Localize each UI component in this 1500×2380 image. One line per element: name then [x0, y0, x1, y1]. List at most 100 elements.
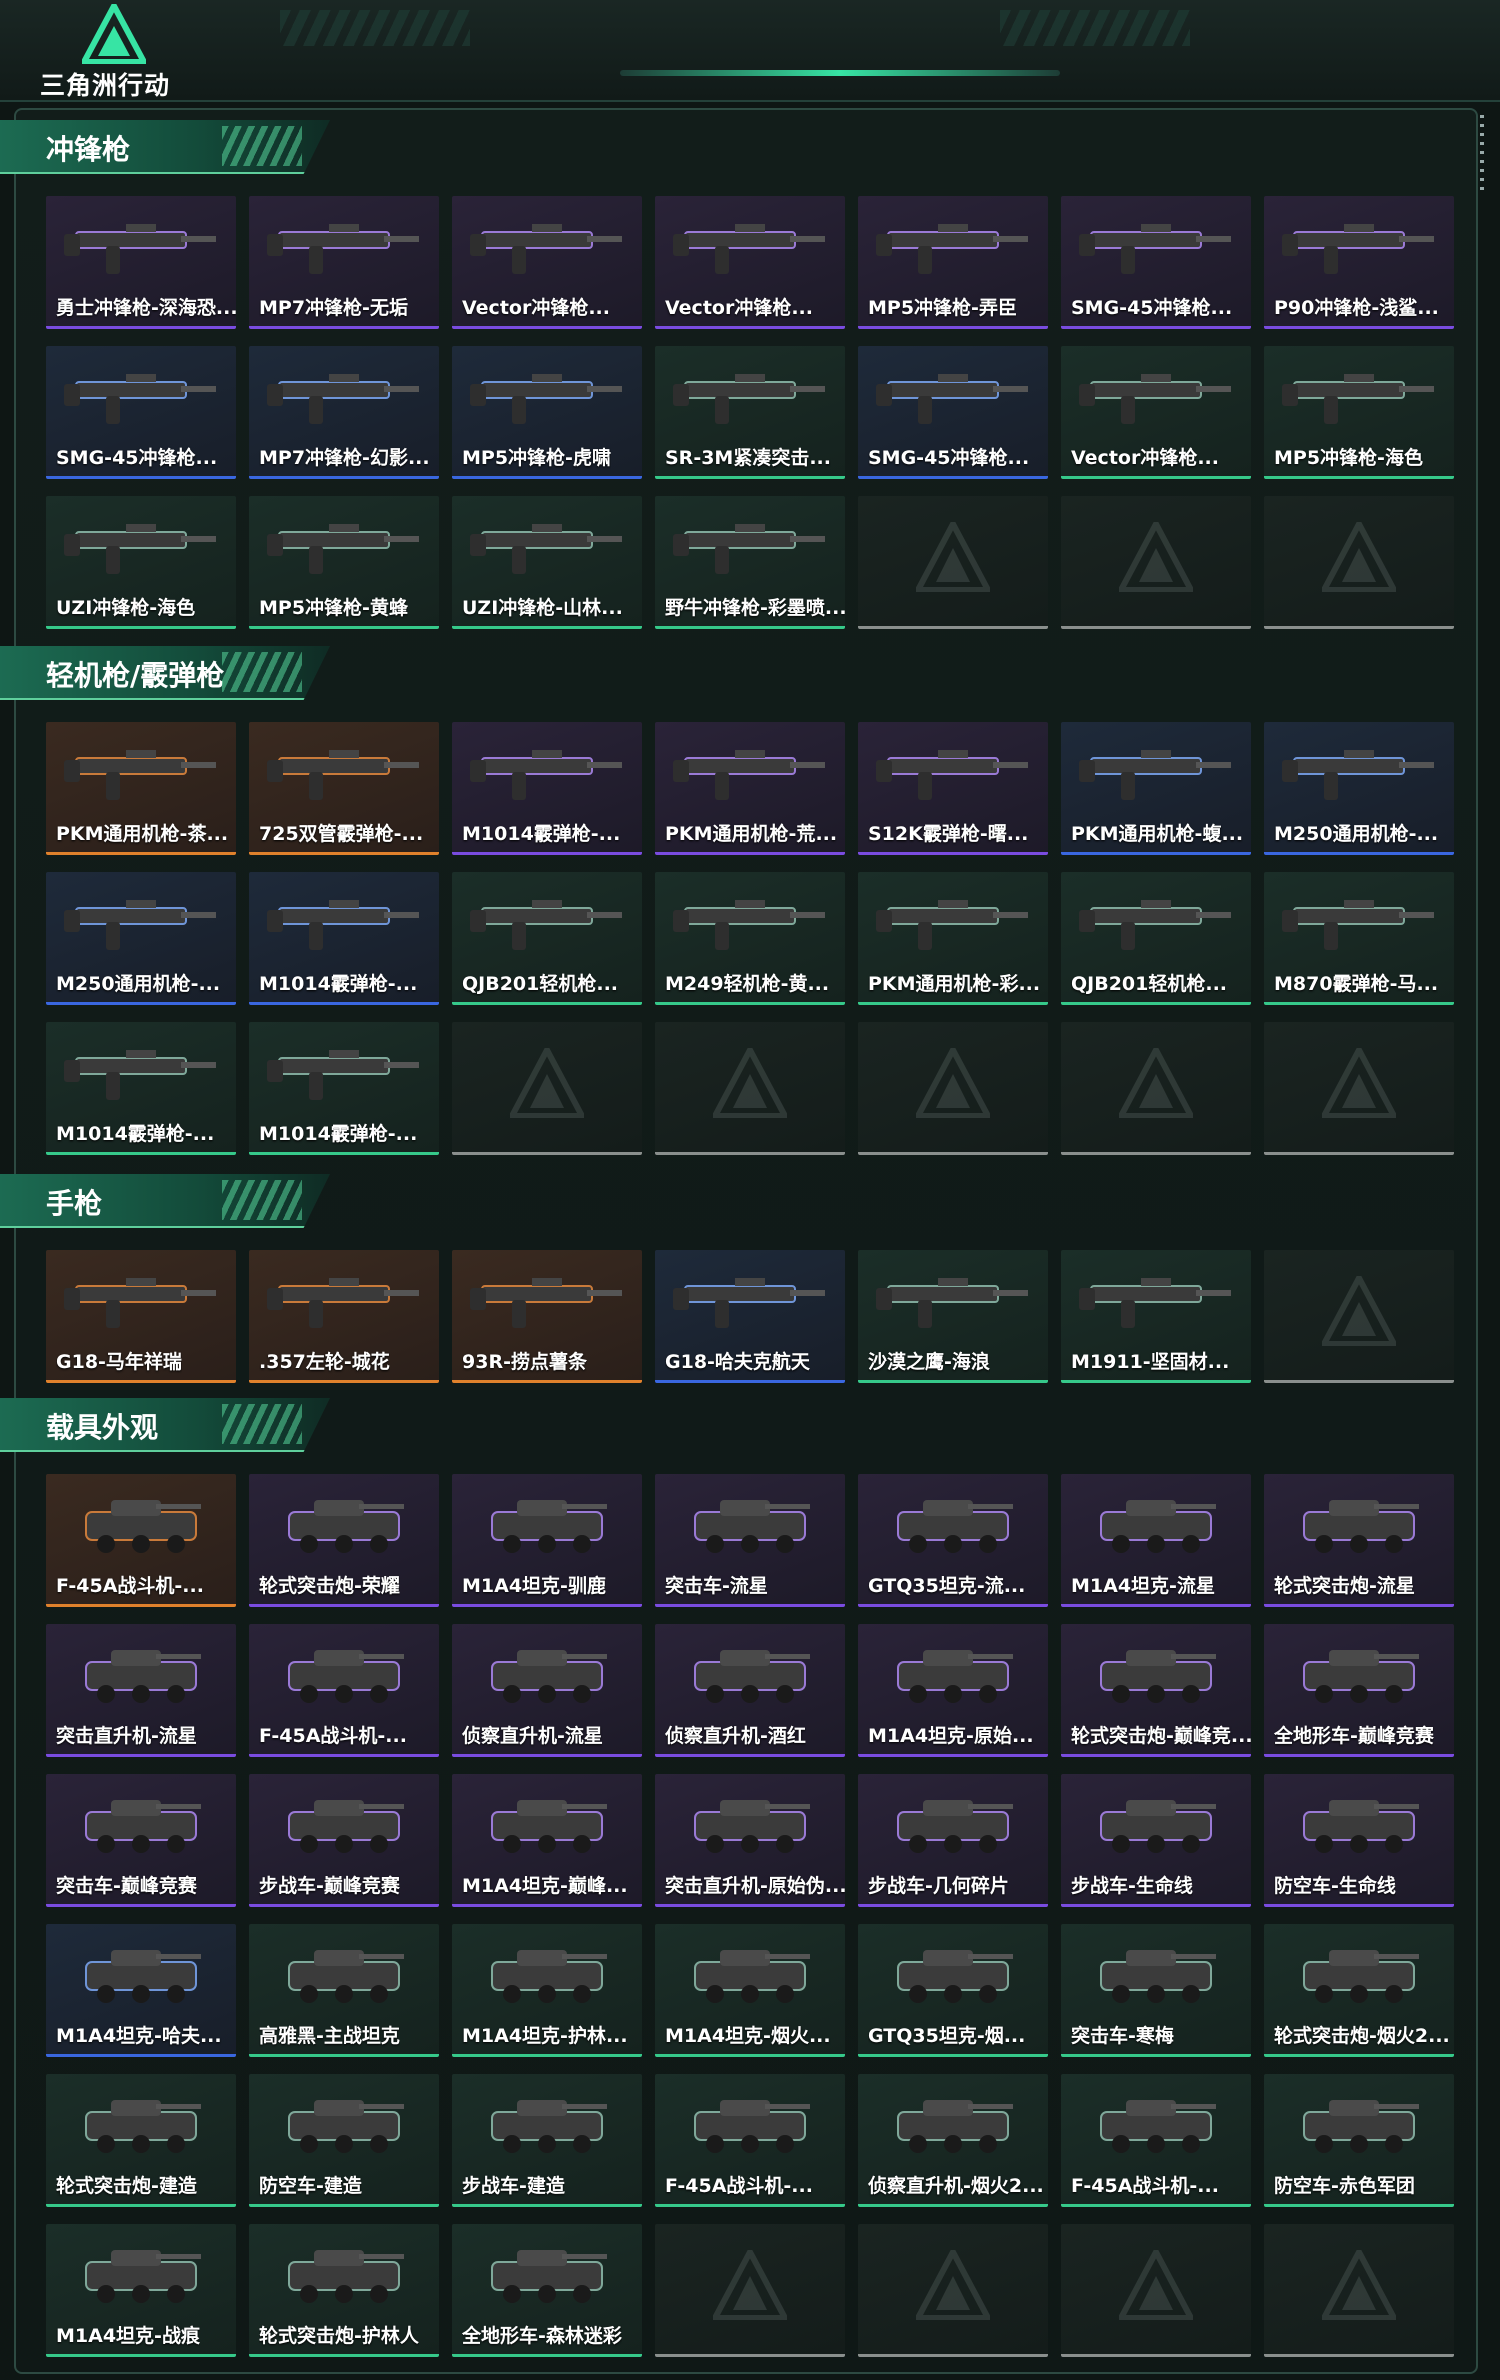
item-tile[interactable]: 步战车-生命线 [1061, 1774, 1251, 1907]
item-tile[interactable]: QJB201轻机枪... [452, 872, 642, 1005]
item-tile[interactable]: G18-马年祥瑞 [46, 1250, 236, 1383]
item-tile[interactable]: GTQ35坦克-烟... [858, 1924, 1048, 2057]
item-tile[interactable]: M1014霰弹枪-... [249, 1022, 439, 1155]
item-tile[interactable]: GTQ35坦克-流... [858, 1474, 1048, 1607]
weapon-icon [470, 374, 622, 424]
item-tile[interactable]: UZI冲锋枪-山林... [452, 496, 642, 629]
item-tile[interactable]: F-45A战斗机-... [655, 2074, 845, 2207]
item-tile[interactable]: M1014霰弹枪-... [452, 722, 642, 855]
item-tile[interactable]: M1014霰弹枪-... [46, 1022, 236, 1155]
item-tile[interactable]: 725双管霰弹枪-... [249, 722, 439, 855]
section-header: 载具外观 [0, 1398, 330, 1452]
item-tile[interactable]: UZI冲锋枪-海色 [46, 496, 236, 629]
empty-slot [1264, 1250, 1454, 1383]
item-tile[interactable]: 勇士冲锋枪-深海恐... [46, 196, 236, 329]
item-tile[interactable]: F-45A战斗机-... [46, 1474, 236, 1607]
empty-slot [1264, 496, 1454, 629]
item-tile[interactable]: M1A4坦克-哈夫... [46, 1924, 236, 2057]
item-tile[interactable]: M250通用机枪-... [46, 872, 236, 1005]
item-tile[interactable]: 轮式突击炮-护林人 [249, 2224, 439, 2357]
item-tile[interactable]: M1A4坦克-原始... [858, 1624, 1048, 1757]
item-tile[interactable]: 突击直升机-原始伪... [655, 1774, 845, 1907]
item-tile[interactable]: 突击车-寒梅 [1061, 1924, 1251, 2057]
item-tile[interactable]: PKM通用机枪-茶... [46, 722, 236, 855]
item-tile[interactable]: 步战车-建造 [452, 2074, 642, 2207]
scrollbar-indicator[interactable] [1480, 115, 1484, 195]
item-tile[interactable]: 侦察直升机-烟火2... [858, 2074, 1048, 2207]
item-tile[interactable]: .357左轮-城花 [249, 1250, 439, 1383]
item-tile[interactable]: MP5冲锋枪-弄臣 [858, 196, 1048, 329]
item-tile[interactable]: MP7冲锋枪-幻影... [249, 346, 439, 479]
item-tile[interactable]: 野牛冲锋枪-彩墨喷... [655, 496, 845, 629]
item-tile[interactable]: MP5冲锋枪-黄蜂 [249, 496, 439, 629]
vehicle-icon [85, 1800, 201, 1853]
item-tile[interactable]: SR-3M紧凑突击... [655, 346, 845, 479]
item-tile[interactable]: 全地形车-巅峰竞赛 [1264, 1624, 1454, 1757]
vehicle-icon [1100, 1500, 1216, 1553]
item-tile[interactable]: MP5冲锋枪-海色 [1264, 346, 1454, 479]
item-tile[interactable]: F-45A战斗机-... [249, 1624, 439, 1757]
delta-watermark-icon [1322, 1276, 1396, 1346]
item-tile[interactable]: 轮式突击炮-巅峰竞... [1061, 1624, 1251, 1757]
item-name: Vector冲锋枪... [462, 297, 610, 319]
item-tile[interactable]: 轮式突击炮-流星 [1264, 1474, 1454, 1607]
weapon-icon [1079, 374, 1231, 424]
weapon-icon [1079, 1278, 1231, 1328]
delta-watermark-icon [1119, 522, 1193, 592]
item-tile[interactable]: Vector冲锋枪... [1061, 346, 1251, 479]
item-tile[interactable]: 93R-捞点薯条 [452, 1250, 642, 1383]
item-tile[interactable]: 步战车-巅峰竞赛 [249, 1774, 439, 1907]
item-tile[interactable]: 突击车-流星 [655, 1474, 845, 1607]
item-tile[interactable]: P90冲锋枪-浅鲨... [1264, 196, 1454, 329]
item-name: S12K霰弹枪-曙... [868, 823, 1029, 845]
item-tile[interactable]: Vector冲锋枪... [452, 196, 642, 329]
item-tile[interactable]: M1A4坦克-烟火... [655, 1924, 845, 2057]
item-tile[interactable]: 防空车-建造 [249, 2074, 439, 2207]
item-tile[interactable]: SMG-45冲锋枪... [1061, 196, 1251, 329]
item-tile[interactable]: M1A4坦克-护林... [452, 1924, 642, 2057]
item-tile[interactable]: 步战车-几何碎片 [858, 1774, 1048, 1907]
vehicle-icon [288, 1950, 404, 2003]
item-tile[interactable]: 轮式突击炮-建造 [46, 2074, 236, 2207]
item-name: M1911-坚固材... [1071, 1351, 1230, 1373]
item-tile[interactable]: 突击车-巅峰竞赛 [46, 1774, 236, 1907]
item-tile[interactable]: QJB201轻机枪... [1061, 872, 1251, 1005]
item-tile[interactable]: MP5冲锋枪-虎啸 [452, 346, 642, 479]
item-tile[interactable]: M1A4坦克-驯鹿 [452, 1474, 642, 1607]
item-tile[interactable]: F-45A战斗机-... [1061, 2074, 1251, 2207]
item-name: 步战车-建造 [462, 2175, 565, 2197]
item-tile[interactable]: 侦察直升机-流星 [452, 1624, 642, 1757]
item-tile[interactable]: SMG-45冲锋枪... [858, 346, 1048, 479]
weapon-icon [470, 750, 622, 800]
item-tile[interactable]: S12K霰弹枪-曙... [858, 722, 1048, 855]
item-tile[interactable]: SMG-45冲锋枪... [46, 346, 236, 479]
item-tile[interactable]: M1014霰弹枪-... [249, 872, 439, 1005]
weapon-icon [1079, 900, 1231, 950]
item-tile[interactable]: 轮式突击炮-烟火2... [1264, 1924, 1454, 2057]
top-bar: 三角洲行动 [0, 0, 1500, 102]
item-name: 侦察直升机-酒红 [665, 1725, 806, 1747]
item-tile[interactable]: 突击直升机-流星 [46, 1624, 236, 1757]
item-tile[interactable]: PKM通用机枪-蝮... [1061, 722, 1251, 855]
item-tile[interactable]: 轮式突击炮-荣耀 [249, 1474, 439, 1607]
weapon-icon [64, 900, 216, 950]
item-tile[interactable]: M1911-坚固材... [1061, 1250, 1251, 1383]
item-tile[interactable]: PKM通用机枪-荒... [655, 722, 845, 855]
item-tile[interactable]: M249轻机枪-黄... [655, 872, 845, 1005]
vehicle-icon [1100, 1650, 1216, 1703]
item-tile[interactable]: PKM通用机枪-彩... [858, 872, 1048, 1005]
item-tile[interactable]: 高雅黑-主战坦克 [249, 1924, 439, 2057]
item-tile[interactable]: M1A4坦克-巅峰... [452, 1774, 642, 1907]
item-tile[interactable]: M870霰弹枪-马... [1264, 872, 1454, 1005]
item-tile[interactable]: 防空车-生命线 [1264, 1774, 1454, 1907]
item-tile[interactable]: G18-哈夫克航天 [655, 1250, 845, 1383]
item-tile[interactable]: M250通用机枪-... [1264, 722, 1454, 855]
item-tile[interactable]: Vector冲锋枪... [655, 196, 845, 329]
item-tile[interactable]: 沙漠之鹰-海浪 [858, 1250, 1048, 1383]
item-tile[interactable]: 全地形车-森林迷彩 [452, 2224, 642, 2357]
item-tile[interactable]: 防空车-赤色军团 [1264, 2074, 1454, 2207]
item-tile[interactable]: 侦察直升机-酒红 [655, 1624, 845, 1757]
item-tile[interactable]: MP7冲锋枪-无垢 [249, 196, 439, 329]
item-tile[interactable]: M1A4坦克-战痕 [46, 2224, 236, 2357]
item-tile[interactable]: M1A4坦克-流星 [1061, 1474, 1251, 1607]
